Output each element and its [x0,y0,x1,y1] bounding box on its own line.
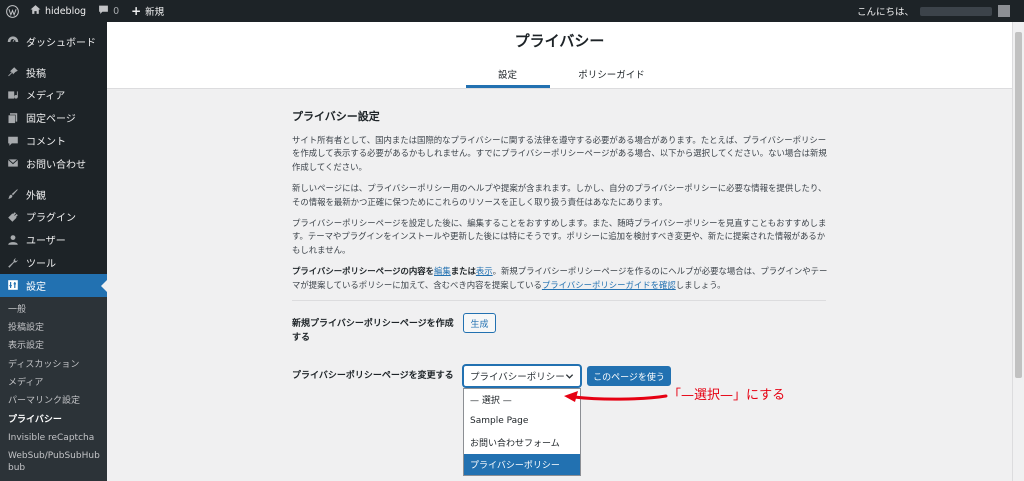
section-title: プライバシー設定 [292,110,380,123]
wrench-icon [6,256,20,270]
submenu-reading[interactable]: 表示設定 [0,337,107,355]
submenu-recaptcha[interactable]: Invisible reCaptcha [0,429,107,447]
p4-or-text: または [450,266,476,277]
submenu-privacy[interactable]: プライバシー [0,411,107,429]
sidebar-item-contact[interactable]: お問い合わせ [0,152,107,175]
new-label: 新規 [145,7,165,18]
greeting-text: こんにちは、 [856,7,914,18]
edit-link[interactable]: 編集 [434,266,451,276]
submenu-permalinks[interactable]: パーマリンク設定 [0,392,107,410]
wordpress-logo-icon[interactable] [0,0,24,22]
comments-count: 0 [113,5,120,17]
intro-paragraph-2: 新しいページには、プライバシーポリシー用のヘルプや提案が含まれます。しかし、自分… [292,183,827,207]
sidebar-item-users[interactable]: ユーザー [0,228,107,251]
intro-paragraph-1: サイト所有者として、国内または国際的なプライバシーに関する法律を遵守する必要があ… [292,135,827,172]
dashboard-icon [6,34,20,48]
option-privacy-policy[interactable]: プライバシーポリシー [464,453,580,476]
generate-button[interactable]: 生成 [463,313,496,333]
annotation-text: 「—選択—」にする [668,388,786,403]
policy-guide-link[interactable]: プライバシーポリシーガイドを確認 [542,280,676,290]
account-menu[interactable]: こんにちは、 [857,4,1024,18]
intro-paragraph-4: プライバシーポリシーページの内容を編集または表示。新規プライバシーポリシーページ… [292,265,832,292]
privacy-tabs: 設定 ポリシーガイド [107,62,1012,88]
user-icon [6,233,20,247]
submenu-discussion[interactable]: ディスカッション [0,356,107,374]
scrollbar-thumb[interactable] [1015,32,1022,378]
sidebar-item-tools[interactable]: ツール [0,251,107,274]
p4-end-text: しましょう。 [675,279,726,290]
blurred-username [920,6,992,16]
select-value: プライバシーポリシー [470,372,565,383]
brush-icon [6,187,20,201]
submenu-general[interactable]: 一般 [0,301,107,319]
view-link[interactable]: 表示 [476,266,493,276]
tab-settings[interactable]: 設定 [465,62,550,88]
intro-paragraph-3: プライバシーポリシーページを設定した後に、編集することをおすすめします。また、随… [292,218,827,255]
sidebar-item-dashboard[interactable]: ダッシュボード [0,30,107,53]
create-page-label: 新規プライバシーポリシーページを作成する [292,319,454,343]
settings-icon [6,278,20,292]
change-page-label: プライバシーポリシーページを変更する [292,371,454,381]
tab-policy-guide[interactable]: ポリシーガイド [570,62,654,88]
submenu-media[interactable]: メディア [0,374,107,392]
submenu-writing[interactable]: 投稿設定 [0,319,107,337]
home-icon [30,4,41,18]
p4-bold-text: プライバシーポリシーページの内容を [292,266,435,277]
sidebar-item-appearance[interactable]: 外観 [0,183,107,206]
sidebar-item-media[interactable]: メディア [0,84,107,107]
admin-sidebar: ダッシュボード 投稿 メディア 固定ページ コメント お問い合わせ 外観 プラグ… [0,22,107,481]
red-arrow-icon [564,391,668,402]
section-divider [292,300,826,302]
sidebar-item-settings[interactable]: 設定 [0,273,107,297]
new-content-link[interactable]: + 新規 [125,0,170,22]
sidebar-item-posts[interactable]: 投稿 [0,61,107,84]
use-this-page-button[interactable]: このページを使う [587,366,671,386]
comments-link[interactable]: 0 [92,0,125,22]
sidebar-item-pages[interactable]: 固定ページ [0,106,107,129]
option-contact-form[interactable]: お問い合わせフォーム [464,432,580,454]
submenu-websub[interactable]: WebSub/PubSubHubbub [0,447,100,478]
sidebar-item-plugins[interactable]: プラグイン [0,206,107,229]
comment-icon [6,134,20,148]
page-title: プライバシー [514,32,605,50]
privacy-header: プライバシー 設定 ポリシーガイド [107,22,1012,89]
media-icon [6,88,20,102]
admin-bar: hideblog 0 + 新規 こんにちは、 [0,0,1024,22]
chevron-down-icon [564,371,574,381]
privacy-settings-section: プライバシー設定 サイト所有者として、国内または国際的なプライバシーに関する法律… [292,108,832,302]
vertical-scrollbar[interactable] [1012,22,1024,481]
privacy-page-select[interactable]: プライバシーポリシー [463,365,581,387]
option-sample-page[interactable]: Sample Page [464,411,580,433]
page-icon [6,111,20,125]
comment-bubble-icon [98,4,109,18]
plus-icon: + [131,4,142,18]
site-name-link[interactable]: hideblog [24,0,92,22]
mail-icon [6,156,20,170]
pin-icon [6,65,20,79]
settings-submenu: 一般 投稿設定 表示設定 ディスカッション メディア パーマリンク設定 プライバ… [0,296,107,481]
site-name: hideblog [45,5,87,17]
sidebar-item-comments[interactable]: コメント [0,129,107,152]
plugin-icon [6,210,20,224]
avatar [998,5,1010,17]
